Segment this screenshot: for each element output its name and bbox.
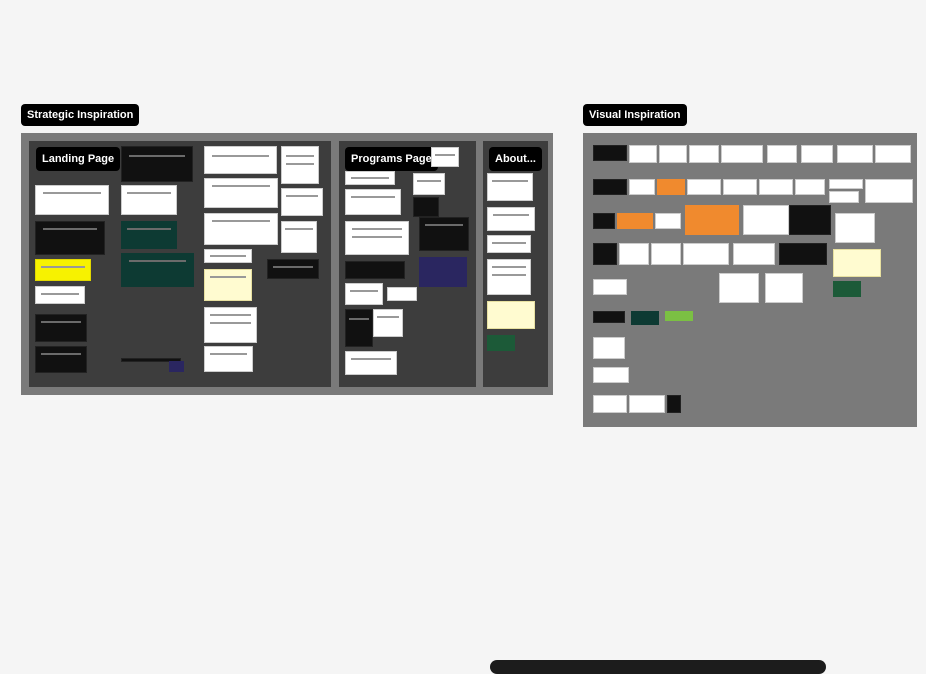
- screenshot-thumbnail[interactable]: [795, 179, 825, 195]
- screenshot-thumbnail[interactable]: [169, 361, 184, 372]
- screenshot-thumbnail[interactable]: [345, 261, 405, 279]
- screenshot-thumbnail[interactable]: [345, 283, 383, 305]
- screenshot-thumbnail[interactable]: [121, 185, 177, 215]
- screenshot-thumbnail[interactable]: [204, 178, 278, 208]
- screenshot-thumbnail[interactable]: [593, 145, 627, 161]
- screenshot-thumbnail[interactable]: [665, 311, 693, 321]
- screenshot-thumbnail[interactable]: [35, 286, 85, 304]
- strategic-inspiration-label[interactable]: Strategic Inspiration: [21, 104, 140, 126]
- screenshot-thumbnail[interactable]: [593, 279, 627, 295]
- screenshot-thumbnail[interactable]: [723, 179, 757, 195]
- screenshot-thumbnail[interactable]: [657, 179, 685, 195]
- screenshot-thumbnail[interactable]: [204, 346, 253, 372]
- screenshot-thumbnail[interactable]: [721, 145, 763, 163]
- screenshot-thumbnail[interactable]: [829, 191, 859, 203]
- screenshot-thumbnail[interactable]: [267, 259, 319, 279]
- screenshot-thumbnail[interactable]: [204, 213, 278, 245]
- screenshot-thumbnail[interactable]: [629, 395, 665, 413]
- screenshot-thumbnail[interactable]: [431, 147, 459, 167]
- screenshot-thumbnail[interactable]: [419, 217, 469, 251]
- bottom-toolbar[interactable]: [490, 660, 826, 674]
- screenshot-thumbnail[interactable]: [687, 179, 721, 195]
- screenshot-thumbnail[interactable]: [487, 173, 533, 201]
- screenshot-thumbnail[interactable]: [667, 395, 681, 413]
- screenshot-thumbnail[interactable]: [689, 145, 719, 163]
- screenshot-thumbnail[interactable]: [204, 307, 257, 343]
- screenshot-thumbnail[interactable]: [345, 171, 395, 185]
- screenshot-thumbnail[interactable]: [35, 259, 91, 281]
- screenshot-thumbnail[interactable]: [487, 259, 531, 295]
- screenshot-thumbnail[interactable]: [487, 235, 531, 253]
- screenshot-thumbnail[interactable]: [593, 179, 627, 195]
- screenshot-thumbnail[interactable]: [204, 146, 277, 174]
- screenshot-thumbnail[interactable]: [733, 243, 775, 265]
- screenshot-thumbnail[interactable]: [593, 395, 627, 413]
- screenshot-thumbnail[interactable]: [655, 213, 681, 229]
- screenshot-thumbnail[interactable]: [779, 243, 827, 265]
- screenshot-thumbnail[interactable]: [743, 205, 789, 235]
- screenshot-thumbnail[interactable]: [35, 346, 87, 373]
- screenshot-thumbnail[interactable]: [801, 145, 833, 163]
- screenshot-thumbnail[interactable]: [875, 145, 911, 163]
- screenshot-thumbnail[interactable]: [719, 273, 759, 303]
- screenshot-thumbnail[interactable]: [121, 253, 194, 287]
- screenshot-thumbnail[interactable]: [659, 145, 687, 163]
- screenshot-thumbnail[interactable]: [345, 221, 409, 255]
- screenshot-thumbnail[interactable]: [619, 243, 649, 265]
- screenshot-thumbnail[interactable]: [204, 269, 252, 301]
- screenshot-thumbnail[interactable]: [593, 311, 625, 323]
- screenshot-thumbnail[interactable]: [593, 367, 629, 383]
- screenshot-thumbnail[interactable]: [593, 337, 625, 359]
- screenshot-thumbnail[interactable]: [35, 185, 109, 215]
- screenshot-thumbnail[interactable]: [345, 309, 373, 347]
- screenshot-thumbnail[interactable]: [629, 145, 657, 163]
- screenshot-thumbnail[interactable]: [121, 221, 177, 249]
- landing-page-label[interactable]: Landing Page: [36, 147, 121, 171]
- screenshot-thumbnail[interactable]: [121, 146, 193, 182]
- visual-inspiration-label[interactable]: Visual Inspiration: [583, 104, 687, 126]
- about-page-section[interactable]: About...: [483, 141, 548, 387]
- screenshot-thumbnail[interactable]: [35, 221, 105, 255]
- screenshot-thumbnail[interactable]: [629, 179, 655, 195]
- screenshot-thumbnail[interactable]: [281, 221, 317, 253]
- screenshot-thumbnail[interactable]: [685, 205, 739, 235]
- screenshot-thumbnail[interactable]: [833, 249, 881, 277]
- programs-page-label[interactable]: Programs Page: [345, 147, 438, 171]
- screenshot-thumbnail[interactable]: [593, 243, 617, 265]
- screenshot-thumbnail[interactable]: [487, 301, 535, 329]
- screenshot-thumbnail[interactable]: [631, 311, 659, 325]
- screenshot-thumbnail[interactable]: [767, 145, 797, 163]
- screenshot-thumbnail[interactable]: [789, 205, 831, 235]
- screenshot-thumbnail[interactable]: [765, 273, 803, 303]
- screenshot-thumbnail[interactable]: [829, 179, 863, 189]
- screenshot-thumbnail[interactable]: [651, 243, 681, 265]
- screenshot-thumbnail[interactable]: [617, 213, 653, 229]
- screenshot-thumbnail[interactable]: [487, 207, 535, 231]
- screenshot-thumbnail[interactable]: [373, 309, 403, 337]
- screenshot-thumbnail[interactable]: [35, 314, 87, 342]
- landing-page-section[interactable]: Landing Page: [29, 141, 331, 387]
- screenshot-thumbnail[interactable]: [419, 257, 467, 287]
- screenshot-thumbnail[interactable]: [683, 243, 729, 265]
- screenshot-thumbnail[interactable]: [281, 146, 319, 184]
- screenshot-thumbnail[interactable]: [487, 335, 515, 351]
- screenshot-thumbnail[interactable]: [837, 145, 873, 163]
- screenshot-thumbnail[interactable]: [413, 173, 445, 195]
- screenshot-thumbnail[interactable]: [593, 213, 615, 229]
- screenshot-thumbnail[interactable]: [759, 179, 793, 195]
- strategic-inspiration-frame[interactable]: Landing Page Programs Page About...: [21, 133, 553, 395]
- screenshot-thumbnail[interactable]: [833, 281, 861, 297]
- screenshot-thumbnail[interactable]: [413, 197, 439, 217]
- screenshot-thumbnail[interactable]: [387, 287, 417, 301]
- visual-inspiration-frame[interactable]: [583, 133, 917, 427]
- screenshot-thumbnail[interactable]: [281, 188, 323, 216]
- screenshot-thumbnail[interactable]: [204, 249, 252, 263]
- screenshot-thumbnail[interactable]: [835, 213, 875, 243]
- screenshot-thumbnail[interactable]: [345, 351, 397, 375]
- programs-page-section[interactable]: Programs Page: [339, 141, 476, 387]
- about-page-label[interactable]: About...: [489, 147, 542, 171]
- screenshot-thumbnail[interactable]: [345, 189, 401, 215]
- screenshot-thumbnail[interactable]: [865, 179, 913, 203]
